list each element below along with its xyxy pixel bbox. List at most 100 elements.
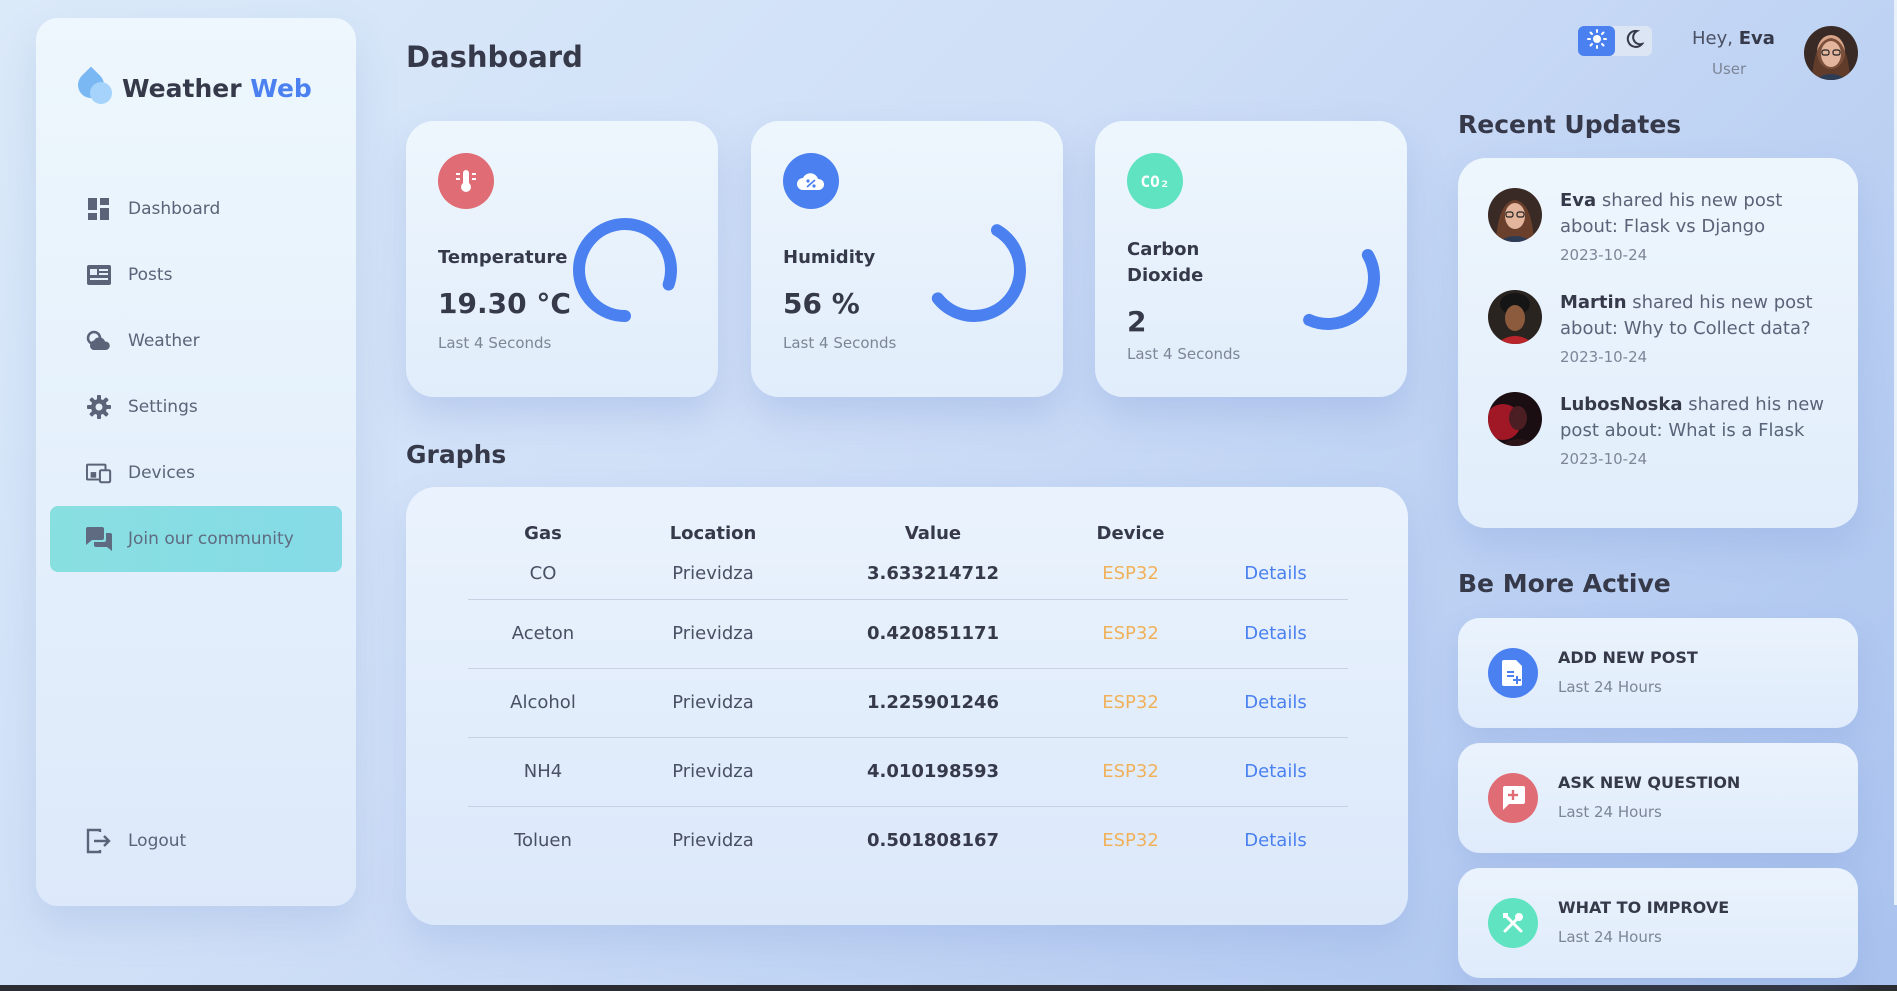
sun-icon (1586, 29, 1607, 53)
device-cell: ESP32 (1102, 830, 1159, 852)
column-header: Gas (524, 522, 562, 544)
page-title: Dashboard (406, 40, 583, 74)
update-item[interactable]: Martin shared his new post about: Why to… (1488, 290, 1830, 366)
location-cell: Prievidza (618, 668, 808, 738)
profile-role: User (1712, 60, 1747, 78)
value-cell: 1.225901246 (808, 668, 1058, 738)
gas-cell: Aceton (468, 599, 618, 669)
location-cell: Prievidza (618, 737, 808, 807)
gear-icon (86, 394, 112, 420)
temperature-card[interactable]: Temperature 19.30 °C Last 4 Seconds (406, 121, 718, 397)
details-link[interactable]: Details (1203, 599, 1348, 669)
gas-table: Gas Location Value Device CO Prievidza 3… (468, 517, 1348, 875)
sidebar-item-label: Settings (128, 397, 198, 417)
card-subtitle: Last 4 Seconds (783, 334, 897, 352)
value-cell: 0.501808167 (866, 830, 1000, 852)
sidebar-nav: Dashboard Posts Weather Settings Devices (50, 176, 342, 572)
location-cell: Prievidza (672, 830, 754, 852)
sidebar-item-label: Dashboard (128, 199, 221, 219)
humidity-ring (922, 218, 1026, 322)
light-mode-button[interactable] (1578, 26, 1615, 56)
location-cell: Prievidza (618, 599, 808, 669)
avatar[interactable] (1804, 26, 1858, 80)
sidebar-item-label: Devices (128, 463, 195, 483)
update-message: Martin shared his new post about: Why to… (1560, 290, 1830, 342)
action-subtitle: Last 24 Hours (1558, 678, 1662, 696)
action-subtitle: Last 24 Hours (1558, 928, 1662, 946)
sidebar-item-label: Weather (128, 331, 200, 351)
dashboard-icon (86, 196, 112, 222)
devices-icon (86, 460, 112, 486)
update-item[interactable]: Eva shared his new post about: Flask vs … (1488, 188, 1830, 264)
dark-mode-button[interactable] (1615, 26, 1652, 56)
card-value: 56 % (783, 287, 860, 320)
posts-icon (86, 262, 112, 288)
what-to-improve-button[interactable]: WHAT TO IMPROVE Last 24 Hours (1458, 868, 1858, 978)
taskbar-strip (0, 985, 1897, 991)
brand-name-part1: Weather (122, 73, 242, 103)
details-link[interactable]: Details (1203, 549, 1348, 600)
details-link[interactable]: Details (1203, 737, 1348, 807)
details-link[interactable]: Details (1203, 806, 1348, 875)
recent-updates-panel: Eva shared his new post about: Flask vs … (1458, 158, 1858, 528)
update-date: 2023-10-24 (1560, 246, 1648, 264)
update-message: LubosNoska shared his new post about: Wh… (1560, 392, 1830, 444)
greeting-text: Hey, (1692, 28, 1733, 49)
add-new-post-button[interactable]: ADD NEW POST Last 24 Hours (1458, 618, 1858, 728)
card-value: 2 (1127, 305, 1147, 338)
chat-icon (86, 526, 112, 552)
sidebar-item-community[interactable]: Join our community (50, 506, 342, 572)
gas-cell: NH4 (468, 737, 618, 807)
location-cell: Prievidza (618, 549, 808, 600)
column-header (1203, 517, 1348, 549)
table-header-row: Gas Location Value Device (468, 517, 1348, 549)
theme-toggle[interactable] (1578, 26, 1652, 56)
device-cell: ESP32 (1058, 549, 1203, 600)
update-item[interactable]: LubosNoska shared his new post about: Wh… (1488, 392, 1830, 468)
profile-greeting: Hey, Eva (1692, 28, 1775, 49)
update-author: Martin (1560, 292, 1627, 313)
gas-cell: Toluen (514, 830, 572, 852)
sidebar: Weather Web Dashboard Posts Weather Sett… (36, 18, 356, 906)
table-row: Aceton Prievidza 0.420851171 ESP32 Detai… (468, 599, 1348, 669)
column-header: Value (904, 522, 962, 544)
sidebar-item-label: Posts (128, 265, 173, 285)
profile-username: Eva (1738, 28, 1775, 49)
carbon-dioxide-card[interactable]: CO₂ Carbon Dioxide 2 Last 4 Seconds (1095, 121, 1407, 397)
action-title: ASK NEW QUESTION (1558, 773, 1741, 792)
update-author: Eva (1560, 190, 1597, 211)
thermometer-icon (438, 153, 494, 209)
logout-button[interactable]: Logout (86, 828, 186, 854)
avatar (1488, 188, 1542, 242)
table-row: CO Prievidza 3.633214712 ESP32 Details (468, 549, 1348, 600)
sidebar-item-dashboard[interactable]: Dashboard (50, 176, 342, 242)
column-header: Device (1096, 522, 1165, 544)
weather-icon (86, 328, 112, 354)
sidebar-item-settings[interactable]: Settings (50, 374, 342, 440)
card-subtitle: Last 4 Seconds (438, 334, 552, 352)
avatar (1488, 290, 1542, 344)
avatar (1488, 392, 1542, 446)
table-row: Toluen Prievidza 0.501808167 ESP32 Detai… (468, 806, 1348, 875)
logout-icon (86, 828, 112, 854)
sidebar-item-devices[interactable]: Devices (50, 440, 342, 506)
sidebar-item-label: Join our community (128, 529, 294, 549)
brand-name: Weather Web (122, 74, 312, 103)
action-subtitle: Last 24 Hours (1558, 803, 1662, 821)
device-cell: ESP32 (1058, 737, 1203, 807)
value-cell: 3.633214712 (808, 549, 1058, 600)
humidity-cloud-icon (783, 153, 839, 209)
device-cell: ESP32 (1058, 668, 1203, 738)
ask-new-question-button[interactable]: ASK NEW QUESTION Last 24 Hours (1458, 743, 1858, 853)
sidebar-item-posts[interactable]: Posts (50, 242, 342, 308)
humidity-card[interactable]: Humidity 56 % Last 4 Seconds (751, 121, 1063, 397)
be-more-active-title: Be More Active (1458, 569, 1671, 598)
sidebar-item-weather[interactable]: Weather (50, 308, 342, 374)
brand-logo[interactable]: Weather Web (72, 66, 312, 108)
value-cell: 4.010198593 (808, 737, 1058, 807)
update-message: Eva shared his new post about: Flask vs … (1560, 188, 1830, 240)
temperature-ring (573, 218, 677, 322)
action-title: WHAT TO IMPROVE (1558, 898, 1730, 917)
details-link[interactable]: Details (1203, 668, 1348, 738)
add-post-icon (1488, 648, 1538, 698)
